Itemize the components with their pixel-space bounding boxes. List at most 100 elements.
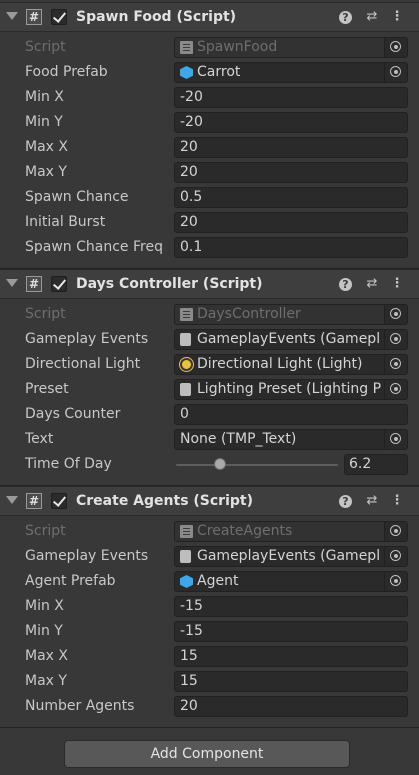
presets-icon[interactable]: ⇄ — [364, 9, 380, 25]
object-field[interactable]: GameplayEvents (Gamepl — [174, 546, 408, 567]
object-picker-icon[interactable] — [384, 305, 407, 324]
field-value: -15 — [180, 623, 203, 639]
field-row: Days Counter 0 — [0, 402, 419, 427]
object-field: DaysController — [174, 304, 408, 325]
field-label: Max Y — [25, 164, 67, 180]
value-field[interactable]: 0.1 — [174, 237, 408, 258]
object-picker-icon[interactable] — [384, 430, 407, 449]
value-field[interactable]: 20 — [174, 162, 408, 183]
field-label: Min X — [25, 89, 64, 105]
scriptable-object-icon — [180, 550, 191, 563]
object-field[interactable]: Lighting Preset (Lighting P — [174, 379, 408, 400]
object-field[interactable]: Carrot — [174, 62, 408, 83]
help-icon[interactable]: ? — [339, 11, 352, 24]
script-file-icon — [180, 41, 193, 54]
field-label: Gameplay Events — [25, 331, 149, 347]
component-header[interactable]: # Create Agents (Script)? ⇄ ⋮ — [0, 486, 419, 516]
presets-icon[interactable]: ⇄ — [364, 493, 380, 509]
value-field[interactable]: -15 — [174, 621, 408, 642]
add-component-button[interactable]: Add Component — [64, 740, 350, 768]
field-label: Preset — [25, 381, 69, 397]
enabled-checkbox[interactable] — [51, 9, 67, 25]
field-row: Text None (TMP_Text) — [0, 427, 419, 452]
foldout-arrow-icon[interactable] — [6, 279, 18, 287]
field-label: Max X — [25, 139, 68, 155]
field-row: Script DaysController — [0, 302, 419, 327]
field-value: DaysController — [197, 306, 301, 322]
field-row: Min Y -15 — [0, 619, 419, 644]
value-field[interactable]: 15 — [174, 646, 408, 667]
field-value: Directional Light (Light) — [197, 356, 363, 372]
script-hash-icon: # — [26, 9, 42, 25]
value-field[interactable]: -20 — [174, 112, 408, 133]
field-label: Gameplay Events — [25, 548, 149, 564]
kebab-menu-icon[interactable]: ⋮ — [389, 276, 405, 292]
enabled-checkbox[interactable] — [51, 276, 67, 292]
object-picker-icon[interactable] — [384, 63, 407, 82]
field-label: Days Counter — [25, 406, 121, 422]
object-picker-icon[interactable] — [384, 330, 407, 349]
value-field[interactable]: -15 — [174, 596, 408, 617]
object-picker-icon[interactable] — [384, 355, 407, 374]
help-icon[interactable]: ? — [339, 495, 352, 508]
field-row: Spawn Chance Freq 0.1 — [0, 235, 419, 260]
field-row: Gameplay Events GameplayEvents (Gamepl — [0, 327, 419, 352]
foldout-arrow-icon[interactable] — [6, 496, 18, 504]
field-label: Script — [25, 39, 66, 55]
field-label: Max Y — [25, 673, 67, 689]
field-label: Script — [25, 523, 66, 539]
foldout-arrow-icon[interactable] — [6, 12, 18, 20]
value-field[interactable]: 0 — [174, 404, 408, 425]
field-label: Min Y — [25, 623, 63, 639]
scriptable-object-icon — [180, 383, 191, 396]
field-value: 15 — [180, 648, 198, 664]
object-picker-icon[interactable] — [384, 547, 407, 566]
enabled-checkbox[interactable] — [51, 493, 67, 509]
object-field[interactable]: GameplayEvents (Gamepl — [174, 329, 408, 350]
kebab-menu-icon[interactable]: ⋮ — [389, 9, 405, 25]
field-value: 0.1 — [180, 239, 203, 255]
object-field[interactable]: None (TMP_Text) — [174, 429, 408, 450]
value-field[interactable]: 20 — [174, 696, 408, 717]
field-row: Max X 15 — [0, 644, 419, 669]
object-picker-icon[interactable] — [384, 572, 407, 591]
value-field[interactable]: 20 — [174, 137, 408, 158]
field-row: Agent Prefab Agent — [0, 569, 419, 594]
kebab-menu-icon[interactable]: ⋮ — [389, 493, 405, 509]
component-divider — [0, 727, 419, 728]
checkmark-icon — [52, 9, 67, 23]
value-field[interactable]: 0.5 — [174, 187, 408, 208]
script-file-icon — [180, 525, 193, 538]
help-icon[interactable]: ? — [339, 278, 352, 291]
object-field[interactable]: Agent — [174, 571, 408, 592]
component-header[interactable]: # Days Controller (Script)? ⇄ ⋮ — [0, 269, 419, 299]
field-row: Max X 20 — [0, 135, 419, 160]
field-row: Script SpawnFood — [0, 35, 419, 60]
slider-track[interactable] — [176, 464, 338, 466]
field-label: Spawn Chance Freq — [25, 239, 163, 255]
object-picker-icon[interactable] — [384, 522, 407, 541]
field-row: Min X -20 — [0, 85, 419, 110]
value-field[interactable]: -20 — [174, 87, 408, 108]
slider-value-field[interactable]: 6.2 — [344, 454, 408, 475]
field-label: Text — [25, 431, 54, 447]
field-value: -15 — [180, 598, 203, 614]
presets-icon[interactable]: ⇄ — [364, 276, 380, 292]
object-field[interactable]: Directional Light (Light) — [174, 354, 408, 375]
field-value: -20 — [180, 89, 203, 105]
script-hash-icon: # — [26, 276, 42, 292]
object-picker-icon[interactable] — [384, 38, 407, 57]
value-field[interactable]: 20 — [174, 212, 408, 233]
scriptable-object-icon — [180, 333, 191, 346]
field-value: 15 — [180, 673, 198, 689]
field-label: Spawn Chance — [25, 189, 129, 205]
field-value: 20 — [180, 164, 198, 180]
slider-thumb[interactable] — [213, 458, 226, 470]
field-label: Min Y — [25, 114, 63, 130]
field-label: Min X — [25, 598, 64, 614]
prefab-cube-icon — [180, 66, 193, 79]
value-field[interactable]: 15 — [174, 671, 408, 692]
component-header[interactable]: # Spawn Food (Script)? ⇄ ⋮ — [0, 2, 419, 32]
object-picker-icon[interactable] — [384, 380, 407, 399]
checkmark-icon — [52, 493, 67, 507]
